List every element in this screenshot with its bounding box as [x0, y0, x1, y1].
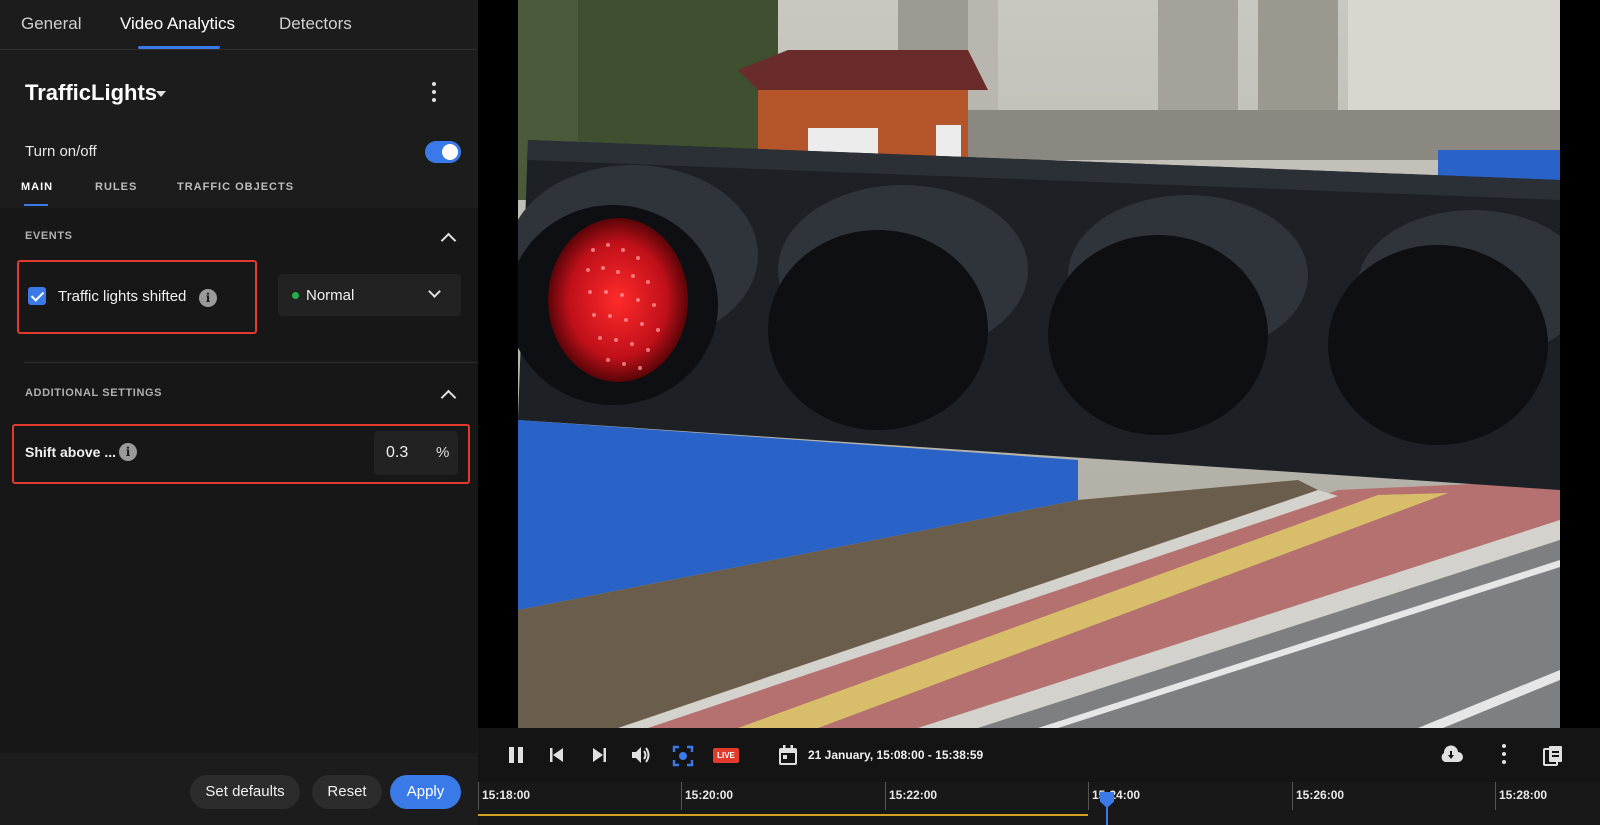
timeline-tick-label: 15:28:00 — [1499, 788, 1548, 802]
timeline-tick — [478, 782, 479, 810]
skip-back-icon[interactable] — [548, 745, 566, 765]
calendar-icon[interactable] — [778, 744, 798, 766]
apply-button[interactable]: Apply — [390, 775, 461, 809]
timeline-tick — [885, 782, 886, 810]
events-header: EVENTS — [25, 230, 73, 242]
top-tab-bar: General Video Analytics Detectors — [0, 0, 478, 50]
time-range[interactable]: 21 January, 15:08:00 - 15:38:59 — [808, 748, 983, 762]
toggle-knob — [442, 144, 458, 160]
shift-value: 0.3 — [386, 444, 409, 461]
more-vert-icon[interactable] — [428, 82, 440, 104]
footer-bar: Set defaults Reset Apply — [0, 755, 478, 825]
tab-rules[interactable]: RULES — [95, 181, 137, 193]
active-tab-indicator — [138, 46, 220, 49]
export-icon[interactable] — [1543, 745, 1563, 767]
on-off-toggle[interactable] — [425, 141, 461, 163]
tab-detectors[interactable]: Detectors — [279, 14, 352, 34]
info-icon[interactable]: i — [199, 289, 217, 307]
volume-icon[interactable] — [630, 745, 652, 765]
severity-select[interactable]: Normal — [278, 274, 461, 316]
timeline-tick-label: 15:26:00 — [1296, 788, 1345, 802]
traffic-lights-shifted-checkbox[interactable] — [28, 287, 46, 305]
event-label: Traffic lights shifted — [58, 288, 187, 305]
timeline-tick-label: 15:18:00 — [482, 788, 531, 802]
tab-main[interactable]: MAIN — [21, 181, 53, 193]
info-icon[interactable]: i — [119, 443, 137, 461]
settings-panel: General Video Analytics Detectors Traffi… — [0, 0, 478, 825]
timeline-tick-label: 15:22:00 — [889, 788, 938, 802]
more-vert-icon[interactable] — [1502, 744, 1508, 764]
chevron-down-icon — [428, 285, 441, 298]
pause-icon[interactable] — [506, 745, 526, 765]
app-window: General Video Analytics Detectors Traffi… — [0, 0, 1600, 825]
section-divider — [24, 362, 478, 363]
timeline[interactable]: 15:18:00 15:20:00 15:22:00 15:24:00 15:2… — [478, 782, 1600, 825]
timeline-tick — [1495, 782, 1496, 810]
fullscreen-focus-icon[interactable] — [672, 745, 694, 767]
playhead-handle[interactable] — [1100, 792, 1114, 808]
video-viewport[interactable] — [478, 0, 1600, 728]
toggle-label: Turn on/off — [25, 143, 97, 160]
timeline-tick-label: 15:24:00 — [1092, 788, 1141, 802]
tab-video-analytics[interactable]: Video Analytics — [120, 14, 235, 34]
player-controls: LIVE 21 January, 15:08:00 - 15:38:59 — [478, 728, 1600, 782]
tab-general[interactable]: General — [21, 14, 81, 34]
status-dot-icon — [292, 292, 299, 299]
reset-button[interactable]: Reset — [312, 775, 382, 809]
recorded-range-bar — [478, 814, 1088, 816]
timeline-tick — [681, 782, 682, 810]
severity-value: Normal — [306, 287, 355, 304]
live-badge[interactable]: LIVE — [713, 748, 739, 763]
caret-down-icon[interactable] — [156, 91, 166, 97]
additional-settings-header: ADDITIONAL SETTINGS — [25, 387, 163, 399]
set-defaults-button[interactable]: Set defaults — [190, 775, 300, 809]
camera-frame — [518, 0, 1560, 728]
sub-tab-bar: MAIN RULES TRAFFIC OBJECTS — [0, 176, 478, 206]
shift-threshold-input[interactable]: 0.3 % — [374, 431, 458, 475]
toggle-row: Turn on/off — [0, 138, 478, 168]
timeline-tick-label: 15:20:00 — [685, 788, 734, 802]
detector-title-row: TrafficLights — [0, 70, 478, 114]
shift-label: Shift above ... — [25, 444, 117, 460]
tab-traffic-objects[interactable]: TRAFFIC OBJECTS — [177, 181, 294, 193]
timeline-tick — [1292, 782, 1293, 810]
timeline-tick — [1088, 782, 1089, 810]
skip-forward-icon[interactable] — [590, 745, 608, 765]
download-icon[interactable] — [1438, 745, 1464, 765]
active-subtab-indicator — [24, 204, 48, 206]
shift-unit: % — [436, 444, 450, 461]
detector-name[interactable]: TrafficLights — [25, 80, 157, 106]
